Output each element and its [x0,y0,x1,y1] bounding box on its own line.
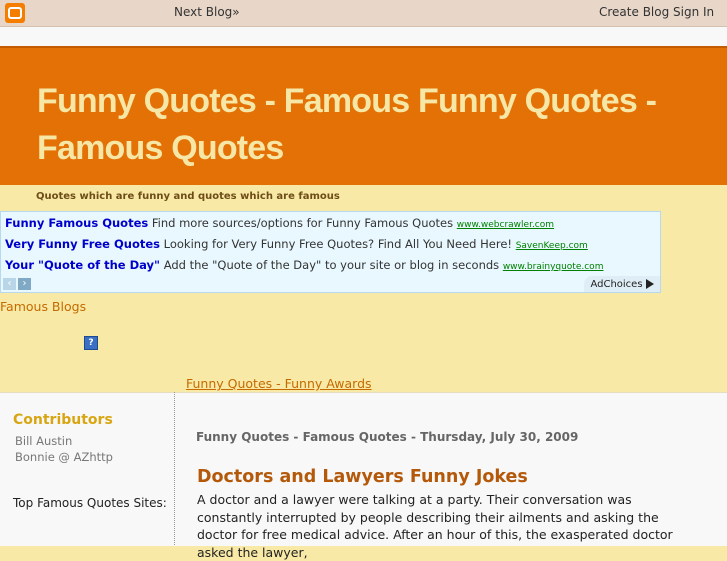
adchoices-play-icon [645,279,654,289]
ad-title[interactable]: Funny Famous Quotes [5,216,148,230]
blog-header: Funny Quotes - Famous Funny Quotes - Fam… [0,46,727,185]
blog-description: Quotes which are funny and quotes which … [36,191,340,202]
blogger-navbar: Next Blog» Create Blog Sign In [0,0,727,27]
post-date-header: Funny Quotes - Famous Quotes - Thursday,… [196,430,579,444]
contributor-link[interactable]: Bonnie @ AZhttp [15,450,113,464]
ad-title[interactable]: Your "Quote of the Day" [5,258,160,272]
ad-prev-arrow-icon[interactable]: ‹ [3,278,16,290]
next-blog-link[interactable]: Next Blog» [174,5,240,19]
post-title[interactable]: Doctors and Lawyers Funny Jokes [197,467,528,487]
ad-navigation: ‹ › [3,278,31,290]
create-blog-link[interactable]: Create Blog [599,5,669,19]
navbar-spacer [0,27,727,46]
sidebar-divider [174,392,175,545]
contributor-link[interactable]: Bill Austin [15,434,72,448]
ad-unit: Funny Famous Quotes Find more sources/op… [0,211,661,293]
sign-in-link[interactable]: Sign In [673,5,714,19]
adchoices-button[interactable]: AdChoices [584,276,660,292]
ad-text: Looking for Very Funny Free Quotes? Find… [163,237,513,251]
top-sites-heading: Top Famous Quotes Sites: [13,496,167,510]
ad-text: Find more sources/options for Funny Famo… [151,216,454,230]
ad-next-arrow-icon[interactable]: › [18,278,31,290]
contributors-heading: Contributors [13,412,113,428]
ad-row[interactable]: Very Funny Free Quotes Looking for Very … [5,237,588,251]
blog-title[interactable]: Funny Quotes - Famous Funny Quotes - Fam… [37,78,727,172]
help-icon[interactable]: ? [84,336,98,350]
ad-row[interactable]: Funny Famous Quotes Find more sources/op… [5,216,554,230]
famous-blogs-link[interactable]: Famous Blogs [0,299,86,314]
ad-url[interactable]: www.webcrawler.com [457,220,554,230]
ad-title[interactable]: Very Funny Free Quotes [5,237,160,251]
adchoices-label: AdChoices [590,278,643,290]
ad-url[interactable]: www.brainyquote.com [503,262,604,272]
post-body: A doctor and a lawyer were talking at a … [197,492,673,560]
ad-text: Add the "Quote of the Day" to your site … [163,258,500,272]
ad-url[interactable]: SavenKeep.com [516,241,588,251]
blogger-logo-icon[interactable] [5,3,25,23]
funny-awards-link[interactable]: Funny Quotes - Funny Awards [186,376,372,391]
ad-row[interactable]: Your "Quote of the Day" Add the "Quote o… [5,258,603,272]
